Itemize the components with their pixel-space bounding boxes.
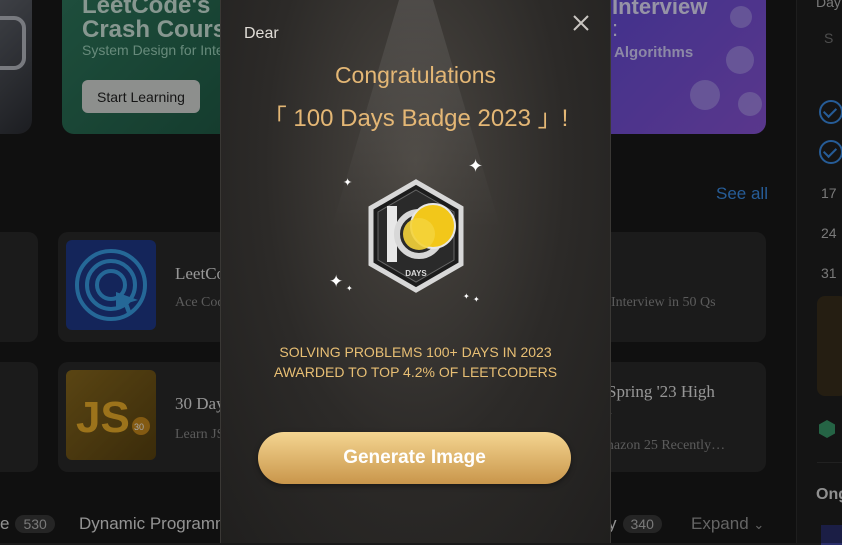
badge-description-line1: SOLVING PROBLEMS 100+ DAYS IN 2023 <box>279 344 552 360</box>
badge-days-label: DAYS <box>405 269 427 278</box>
generate-image-button[interactable]: Generate Image <box>258 432 571 484</box>
badge-description-line2: AWARDED TO TOP 4.2% OF LEETCODERS <box>273 364 558 380</box>
greeting: Dear <box>244 25 279 42</box>
congratulations-heading: Congratulations <box>334 62 497 88</box>
sparkle-icon: ✦ <box>343 177 353 189</box>
close-icon[interactable] <box>570 12 592 34</box>
sparkle-icon: ✦ <box>329 272 344 291</box>
badge-modal: Dear Congratulations 「 100 Days Badge 20… <box>220 0 611 543</box>
100-days-badge-icon: DAYS <box>361 176 471 296</box>
sparkle-icon: ✦ <box>473 295 480 304</box>
sparkle-icon: ✦ <box>468 156 484 176</box>
badge-name: 「 100 Days Badge 2023 」! <box>262 105 569 132</box>
sparkle-icon: ✦ <box>346 284 353 293</box>
